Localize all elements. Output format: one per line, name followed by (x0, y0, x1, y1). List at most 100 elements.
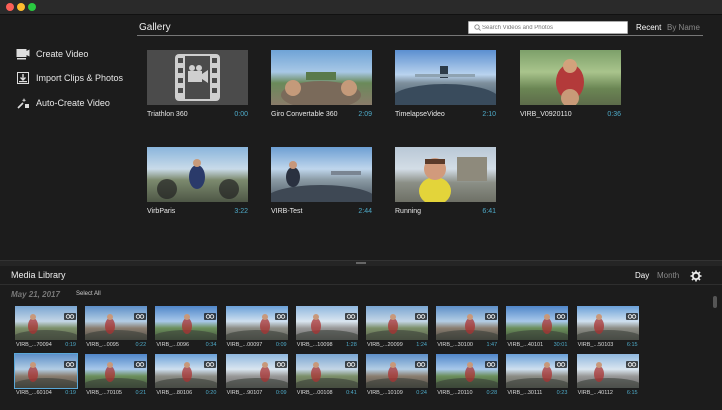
media-duration: 0:41 (346, 390, 357, 396)
vr-360-icon (204, 307, 217, 320)
video-duration: 0:36 (607, 111, 621, 118)
minimize-window-button[interactable] (17, 3, 25, 11)
media-thumbnail (85, 354, 148, 388)
media-item[interactable]: VIRB_...00108 0:41 (295, 354, 358, 396)
video-thumbnail (271, 50, 372, 105)
media-thumbnail (295, 306, 358, 340)
gallery-video-card[interactable]: Running 6:41 (395, 147, 496, 215)
vr-360-icon (64, 355, 76, 368)
search-icon (472, 23, 482, 33)
media-item[interactable]: VIRB_...00097 0:09 (225, 306, 288, 348)
sort-by-name-tab[interactable]: By Name (667, 23, 700, 32)
media-item[interactable]: VIRB_...10098 1:28 (295, 306, 358, 348)
media-duration: 30:01 (553, 342, 568, 348)
media-duration: 0:09 (275, 390, 287, 396)
vr-360-icon (555, 355, 568, 368)
media-name: VIRB_...10109 (367, 390, 403, 396)
zoom-window-button[interactable] (28, 3, 36, 11)
video-duration: 6:41 (482, 208, 496, 215)
gallery-video-card[interactable]: VIRB_V0920110 0:36 (520, 50, 621, 118)
vr-360-icon (415, 355, 427, 368)
media-thumbnail (576, 306, 639, 340)
sidebar-item-create-video[interactable]: Create Video (16, 47, 88, 61)
media-name: VIRB_...60104 (16, 390, 52, 396)
media-item[interactable]: VIRB_...70094 0:19 (15, 306, 77, 348)
video-thumbnail (520, 50, 621, 105)
media-library-panel: Media Library Day Month May 21, 2017 Sel… (0, 266, 722, 410)
media-item[interactable]: VIRB_...0096 0:34 (155, 306, 218, 348)
vr-360-icon (485, 307, 498, 320)
close-window-button[interactable] (6, 3, 14, 11)
media-item[interactable]: VIRB_...70105 0:21 (85, 354, 148, 396)
media-thumbnail (225, 306, 288, 340)
media-name: VIRB_...70105 (86, 390, 122, 396)
auto-create-icon (16, 97, 30, 109)
media-item[interactable]: VIRB_...40112 6:15 (576, 354, 639, 396)
media-name: VIRB_...30100 (437, 342, 473, 348)
library-scrollbar[interactable] (713, 296, 717, 308)
vr-360-icon (64, 307, 76, 320)
media-duration: 0:09 (275, 342, 287, 348)
media-duration: 0:20 (205, 390, 217, 396)
media-duration: 0:28 (486, 390, 498, 396)
gallery-video-card[interactable]: TimelapseVideo 2:10 (395, 50, 496, 118)
video-name: VirbParis (147, 208, 176, 215)
vr-360-icon (555, 307, 568, 320)
search-input[interactable] (482, 24, 612, 31)
create-video-icon (16, 48, 30, 60)
media-item[interactable]: VIRB_...60104 0:19 (14, 353, 78, 396)
vr-360-icon (415, 307, 427, 320)
media-thumbnail (295, 354, 358, 388)
vr-360-icon (274, 307, 287, 320)
vr-360-icon (134, 307, 147, 320)
media-item[interactable]: VIRB_...90107 0:09 (225, 354, 288, 396)
video-thumbnail (147, 50, 248, 105)
vr-360-icon (344, 307, 357, 320)
vr-360-icon (625, 307, 638, 320)
video-thumbnail (271, 147, 372, 202)
sort-recent-tab[interactable]: Recent (636, 23, 661, 32)
sidebar-item-import[interactable]: Import Clips & Photos (16, 71, 123, 85)
media-library-title: Media Library (11, 270, 66, 280)
media-item[interactable]: VIRB_...10109 0:24 (366, 354, 428, 396)
media-name: VIRB_...20110 (437, 390, 473, 396)
media-name: VIRB_...20099 (367, 342, 403, 348)
gallery-video-card[interactable]: Triathlon 360 0:00 (147, 50, 248, 118)
media-duration: 1:47 (486, 342, 498, 348)
media-item[interactable]: VIRB_...50103 6:15 (576, 306, 639, 348)
date-group-header: May 21, 2017 (11, 290, 60, 299)
media-item[interactable]: VIRB_...80106 0:20 (155, 354, 218, 396)
search-box[interactable] (468, 21, 628, 34)
media-name: VIRB_...70094 (16, 342, 52, 348)
gallery-video-card[interactable]: Giro Convertable 360 2:09 (271, 50, 372, 118)
media-duration: 0:24 (416, 390, 427, 396)
gallery-video-card[interactable]: VirbParis 3:22 (147, 147, 248, 215)
video-thumbnail (395, 147, 496, 202)
sidebar-item-auto-create[interactable]: Auto-Create Video (16, 96, 110, 110)
vr-360-icon (204, 355, 217, 368)
view-day-tab[interactable]: Day (635, 271, 649, 280)
media-duration: 1:28 (346, 342, 357, 348)
media-item[interactable]: VIRB_...20099 1:24 (366, 306, 428, 348)
media-item[interactable]: VIRB_...30111 0:23 (506, 354, 569, 396)
window-titlebar (0, 0, 722, 15)
media-item[interactable]: VIRB_...0095 0:22 (85, 306, 148, 348)
view-month-tab[interactable]: Month (657, 271, 679, 280)
gallery-video-card[interactable]: VIRB-Test 2:44 (271, 147, 372, 215)
media-duration: 0:21 (135, 390, 147, 396)
video-thumbnail (147, 147, 248, 202)
sidebar-item-label: Import Clips & Photos (36, 73, 124, 83)
video-thumbnail (395, 50, 496, 105)
film-placeholder-icon (147, 50, 248, 105)
video-name: TimelapseVideo (395, 111, 445, 118)
media-name: VIRB_...80106 (156, 390, 193, 396)
gear-icon[interactable] (690, 269, 702, 282)
media-item[interactable]: VIRB_...20110 0:28 (436, 354, 499, 396)
gallery-title: Gallery (139, 22, 171, 33)
media-item[interactable]: VIRB_...30100 1:47 (436, 306, 499, 348)
vr-360-icon (344, 355, 357, 368)
media-item[interactable]: VIRB_...40101 30:01 (506, 306, 569, 348)
select-all-button[interactable]: Select All (76, 291, 101, 297)
splitter-handle[interactable] (356, 262, 366, 264)
media-thumbnail (576, 354, 639, 388)
